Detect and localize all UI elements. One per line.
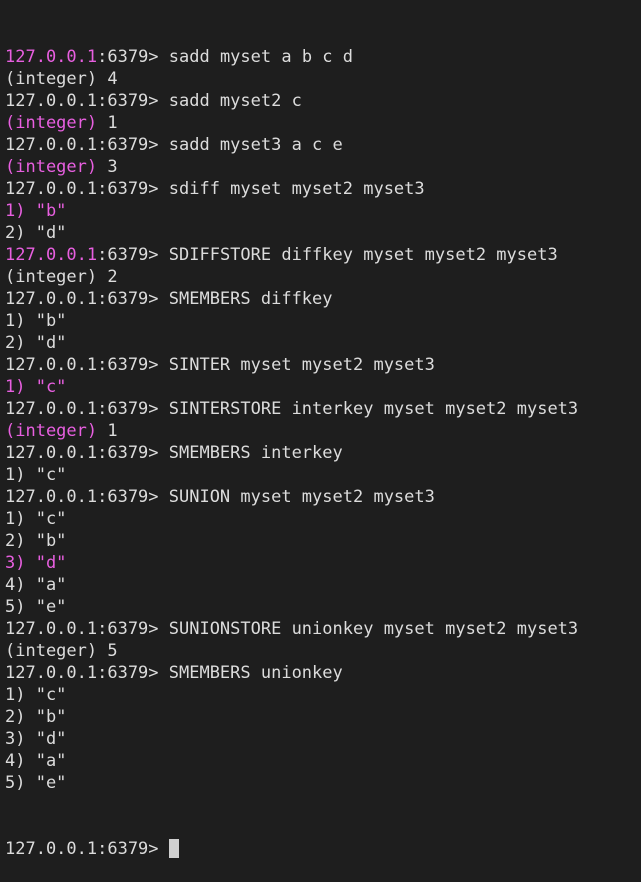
terminal-line: 4) "a" [5,574,641,596]
terminal-text: 127.0.0.1:6379> SUNIONSTORE unionkey mys… [5,619,579,639]
terminal-text: 5) "e" [5,597,67,617]
terminal-line: 1) "c" [5,684,641,706]
terminal-line: 127.0.0.1:6379> sadd myset2 c [5,90,641,112]
terminal-line: 127.0.0.1:6379> sadd myset a b c d [5,46,641,68]
terminal-line: 127.0.0.1:6379> SMEMBERS unionkey [5,662,641,684]
terminal-line: 4) "a" [5,750,641,772]
terminal-line: 127.0.0.1:6379> SINTER myset myset2 myse… [5,354,641,376]
terminal-text: (integer) 4 [5,69,118,89]
terminal-text: 1 [107,113,118,133]
terminal-text: 1) "c" [5,377,67,397]
terminal-line: 2) "d" [5,332,641,354]
terminal-line: 127.0.0.1:6379> sdiff myset myset2 myset… [5,178,641,200]
terminal-text: 3) "d" [5,553,67,573]
terminal-text: 3) "d" [5,729,67,749]
terminal-line: 127.0.0.1:6379> SMEMBERS interkey [5,442,641,464]
terminal-text: 127.0.0.1:6379> SMEMBERS diffkey [5,289,333,309]
terminal-text: 127.0.0.1 [5,245,98,265]
terminal-text: 2) "d" [5,223,67,243]
terminal-text: 127.0.0.1:6379> SINTER myset myset2 myse… [5,355,435,375]
terminal-line: (integer) 3 [5,156,641,178]
terminal-line: 2) "b" [5,530,641,552]
terminal-line: (integer) 5 [5,640,641,662]
terminal-text: 3 [107,157,118,177]
terminal-line: 127.0.0.1:6379> SDIFFSTORE diffkey myset… [5,244,641,266]
text-cursor [168,839,179,858]
terminal-text: 2) "b" [5,707,67,727]
terminal-line: 5) "e" [5,596,641,618]
terminal-line: 127.0.0.1:6379> SUNION myset myset2 myse… [5,486,641,508]
terminal-window[interactable]: 127.0.0.1:6379> sadd myset a b c d (integ… [0,0,641,859]
terminal-text: 127.0.0.1:6379> SUNION myset myset2 myse… [5,487,435,507]
terminal-text: :6379> SDIFFSTORE diffkey myset myset2 m… [97,245,558,265]
terminal-line: 127.0.0.1:6379> SINTERSTORE interkey mys… [5,398,641,420]
terminal-line: 2) "d" [5,222,641,244]
terminal-line: 127.0.0.1:6379> SUNIONSTORE unionkey mys… [5,618,641,640]
prompt: 127.0.0.1:6379> [5,839,169,859]
terminal-text: 1) "c" [5,685,67,705]
terminal-text: 1) "b" [5,311,67,331]
terminal-line: (integer) 4 [5,68,641,90]
terminal-line: (integer) 1 [5,420,641,442]
terminal-text: 1) "b" [5,201,67,221]
terminal-line: 1) "c" [5,508,641,530]
terminal-line: 1) "c" [5,464,641,486]
terminal-text: (integer) [5,421,108,441]
terminal-text: 1 [107,421,118,441]
terminal-line: 3) "d" [5,728,641,750]
terminal-line: 127.0.0.1:6379> sadd myset3 a c e [5,134,641,156]
terminal-text: 127.0.0.1:6379> sdiff myset myset2 myset… [5,179,425,199]
terminal-text: (integer) [5,113,108,133]
terminal-line: (integer) 1 [5,112,641,134]
terminal-text: (integer) 5 [5,641,118,661]
terminal-line: 127.0.0.1:6379> SMEMBERS diffkey [5,288,641,310]
terminal-line: 2) "b" [5,706,641,728]
terminal-text: 1) "c" [5,509,67,529]
terminal-input-line[interactable]: 127.0.0.1:6379> [5,838,641,860]
terminal-text: 127.0.0.1:6379> sadd myset3 a c e [5,135,343,155]
terminal-text: 127.0.0.1:6379> SMEMBERS interkey [5,443,343,463]
terminal-text: 2) "d" [5,333,67,353]
terminal-text: 127.0.0.1:6379> SMEMBERS unionkey [5,663,343,683]
terminal-text: 5) "e" [5,773,67,793]
terminal-line: 1) "c" [5,376,641,398]
terminal-line: (integer) 2 [5,266,641,288]
terminal-text: (integer) [5,157,108,177]
terminal-text: 2) "b" [5,531,67,551]
terminal-text: 127.0.0.1 [5,47,98,67]
terminal-line: 1) "b" [5,310,641,332]
terminal-text: 127.0.0.1:6379> SINTERSTORE interkey mys… [5,399,579,419]
terminal-text: :6379> sadd myset a b c d [97,47,353,67]
terminal-text: 4) "a" [5,751,67,771]
terminal-line: 5) "e" [5,772,641,794]
terminal-text: 4) "a" [5,575,67,595]
terminal-output: 127.0.0.1:6379> sadd myset a b c d (integ… [5,46,641,794]
terminal-line: 3) "d" [5,552,641,574]
terminal-line: 1) "b" [5,200,641,222]
terminal-text: 1) "c" [5,465,67,485]
terminal-text: (integer) 2 [5,267,118,287]
terminal-text: 127.0.0.1:6379> sadd myset2 c [5,91,302,111]
